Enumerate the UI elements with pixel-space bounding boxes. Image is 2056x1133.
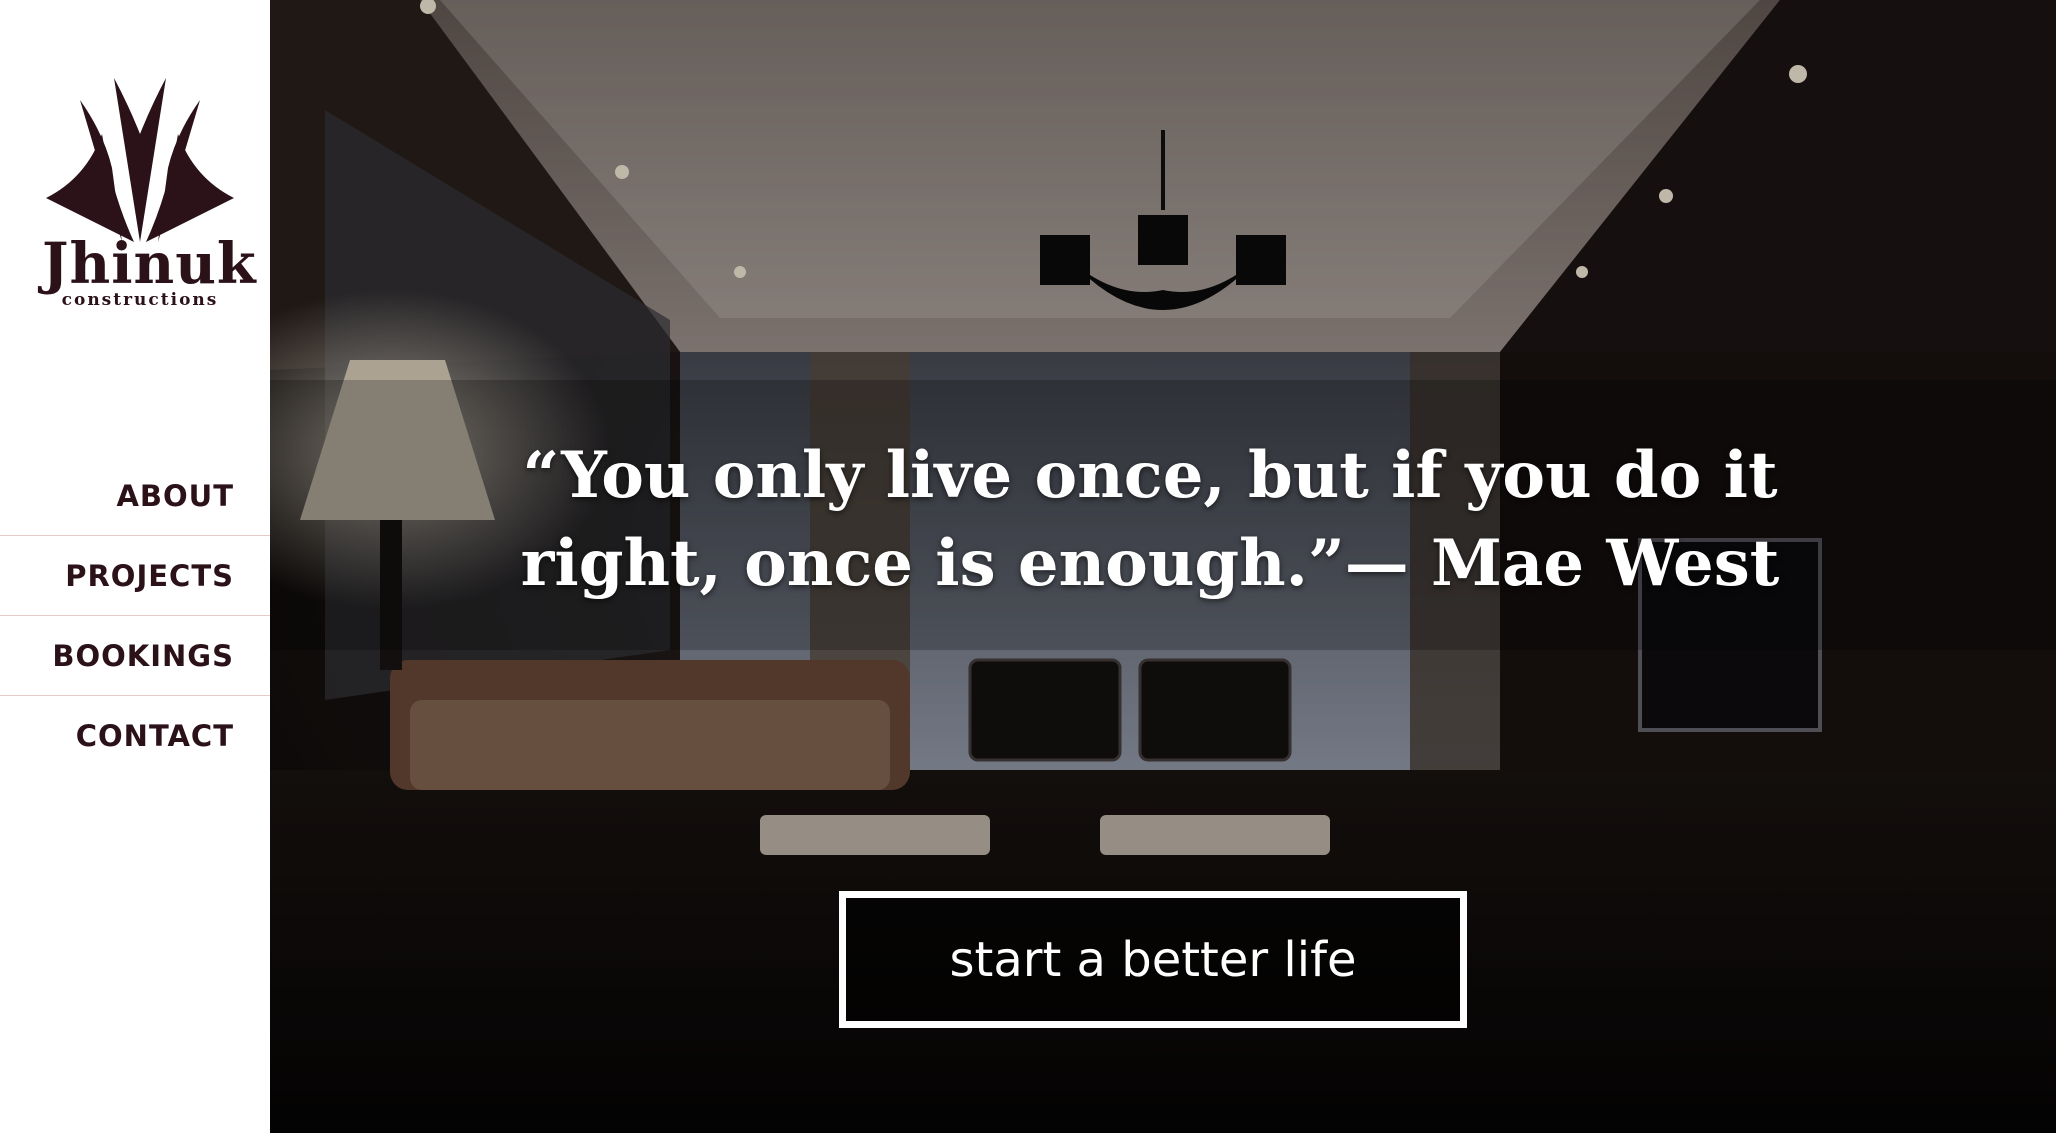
- nav-item-contact[interactable]: CONTACT: [0, 696, 270, 776]
- nav-label: PROJECTS: [65, 558, 234, 593]
- main-nav: ABOUT PROJECTS BOOKINGS CONTACT: [0, 456, 270, 776]
- nav-label: CONTACT: [75, 719, 234, 753]
- nav-item-bookings[interactable]: BOOKINGS: [0, 616, 270, 696]
- nav-label: ABOUT: [116, 478, 234, 513]
- nav-item-about[interactable]: ABOUT: [0, 456, 270, 536]
- sidebar: Jhinuk constructions ABOUT PROJECTS BOOK…: [0, 0, 270, 1133]
- hero-quote: “You only live once, but if you do it ri…: [520, 438, 1780, 601]
- nav-item-projects[interactable]: PROJECTS: [0, 536, 270, 616]
- brand-logo[interactable]: Jhinuk constructions: [42, 74, 257, 314]
- start-better-life-button[interactable]: start a better life: [839, 891, 1467, 1028]
- brand-tagline: constructions: [61, 290, 219, 310]
- hero-section: “You only live once, but if you do it ri…: [270, 0, 2056, 1133]
- cta-label: start a better life: [949, 931, 1357, 988]
- nav-label: BOOKINGS: [52, 638, 234, 673]
- brand-name: Jhinuk: [42, 231, 257, 297]
